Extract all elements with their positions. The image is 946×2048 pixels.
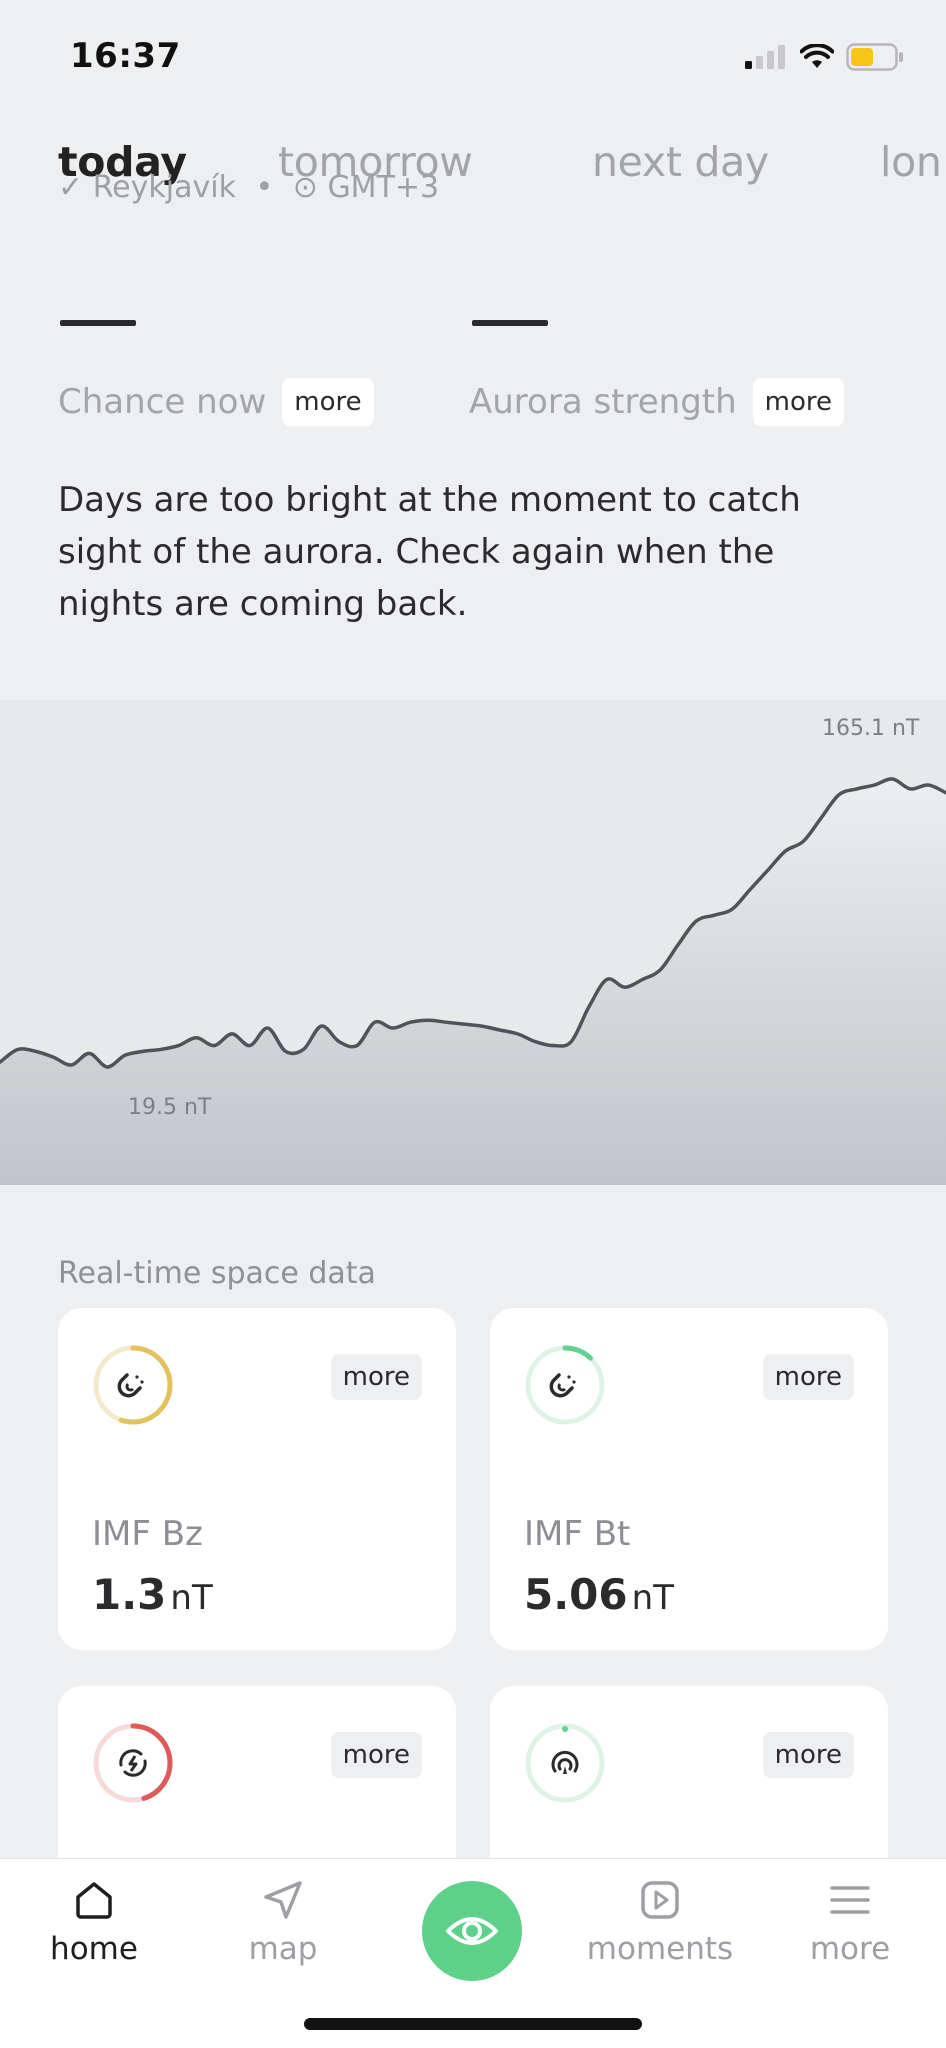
chart-max-label: 165.1 nT	[822, 716, 920, 741]
imf-bz-card[interactable]: more IMF Bz 1.3 nT	[58, 1308, 456, 1650]
nav-moments[interactable]: moments	[580, 1877, 740, 1967]
location-row[interactable]: ✓ Reykjavík • ⊙ GMT+3	[58, 170, 439, 205]
section-title: Real-time space data	[58, 1256, 376, 1291]
nav-more[interactable]: more	[770, 1877, 930, 1967]
imf-bz-label: IMF Bz	[92, 1514, 203, 1554]
aurora-strength-value	[472, 320, 548, 326]
imf-bt-ring	[525, 1345, 605, 1425]
imf-bz-unit: nT	[170, 1578, 213, 1618]
chance-now-row: Chance now more	[58, 378, 374, 426]
status-time: 16:37	[70, 36, 181, 76]
imf-bt-more-button[interactable]: more	[762, 1354, 854, 1400]
nav-map-label: map	[248, 1931, 318, 1967]
location-separator: •	[255, 170, 274, 205]
nav-home[interactable]: home	[14, 1877, 174, 1967]
imf-bt-value: 5.06 nT	[524, 1570, 674, 1619]
aurora-strength-row: Aurora strength more	[469, 378, 845, 426]
aurora-strength-label: Aurora strength	[469, 382, 737, 422]
tab-next-day[interactable]: next day	[592, 138, 769, 186]
clock-icon: ⊙	[292, 170, 318, 205]
home-icon	[76, 1882, 112, 1919]
aurora-camera-button[interactable]	[422, 1881, 522, 1981]
tab-long-term[interactable]: lon	[880, 138, 942, 186]
imf-bt-number: 5.06	[524, 1570, 628, 1619]
home-indicator	[304, 2018, 642, 2030]
status-icons	[744, 40, 904, 74]
imf-bz-more-button[interactable]: more	[330, 1354, 422, 1400]
solar-wind-more-button[interactable]: more	[330, 1732, 422, 1778]
solar-wind-ring	[93, 1723, 173, 1803]
magnet-icon	[549, 1373, 576, 1398]
nav-home-label: home	[50, 1931, 138, 1967]
imf-bz-value: 1.3 nT	[92, 1570, 213, 1619]
aurora-strength-more-button[interactable]: more	[752, 378, 845, 426]
imf-bz-ring	[93, 1345, 173, 1425]
chance-now-value	[60, 320, 136, 326]
wifi-icon	[800, 44, 834, 68]
signal-bars-icon	[745, 45, 785, 69]
nav-map[interactable]: map	[203, 1877, 363, 1967]
chance-more-button[interactable]: more	[282, 378, 374, 426]
aurora-message: Days are too bright at the moment to cat…	[58, 480, 801, 624]
location-timezone: GMT+3	[327, 170, 440, 205]
play-icon	[641, 1881, 679, 1919]
magnet-icon	[117, 1373, 144, 1398]
signal-more-button[interactable]: more	[762, 1732, 854, 1778]
imf-bt-label: IMF Bt	[524, 1514, 631, 1554]
location-city: Reykjavík	[92, 170, 236, 205]
signal-ring	[525, 1723, 605, 1803]
navigation-arrow-icon	[264, 1881, 302, 1919]
chance-now-label: Chance now	[58, 382, 267, 422]
battery-icon	[846, 43, 903, 71]
signal-icon	[551, 1750, 579, 1774]
imf-bt-card[interactable]: more IMF Bt 5.06 nT	[490, 1308, 888, 1650]
imf-bt-unit: nT	[631, 1578, 674, 1618]
imf-bz-number: 1.3	[92, 1570, 167, 1619]
solar-wind-icon	[119, 1749, 147, 1777]
nav-moments-label: moments	[586, 1931, 734, 1967]
nav-more-label: more	[809, 1931, 891, 1967]
eye-icon	[446, 1917, 498, 1945]
chart-min-label: 19.5 nT	[128, 1095, 212, 1120]
menu-icon	[830, 1886, 870, 1914]
location-arrow-icon: ✓	[58, 170, 84, 205]
